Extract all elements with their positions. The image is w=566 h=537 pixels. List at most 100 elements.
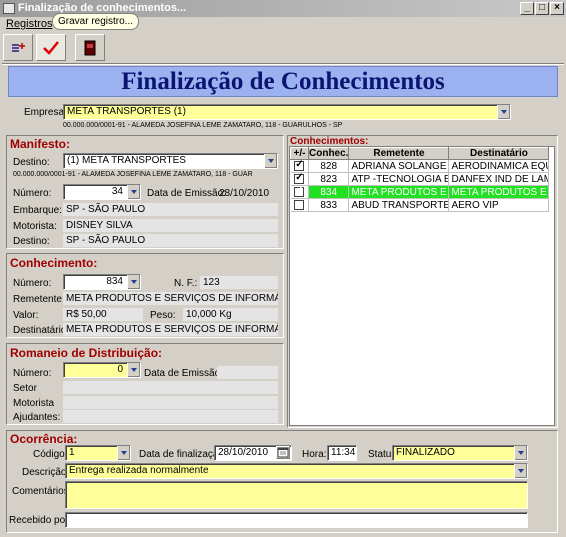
conhecimentos-grid[interactable]: +/- Conhec. Remetente Destinatário 828 A… bbox=[289, 146, 555, 426]
conhecimento-peso-label: Peso: bbox=[150, 310, 176, 321]
row-checkbox[interactable] bbox=[290, 159, 309, 173]
save-tooltip: Gravar registro... bbox=[52, 13, 140, 30]
chevron-down-icon[interactable] bbox=[127, 275, 140, 289]
table-row[interactable]: 828 ADRIANA SOLANGE N AERODINAMICA EQUIP bbox=[290, 159, 550, 173]
manifesto-motorista-label: Motorista: bbox=[13, 221, 57, 232]
ocorrencia-descricao-label: Descrição: bbox=[22, 467, 70, 478]
ocorrencia-recebido-label: Recebido por: bbox=[9, 515, 72, 526]
conhecimento-numero-label: Número: bbox=[13, 278, 52, 289]
table-row[interactable]: 823 ATP -TECNOLOGIA E P DANFEX IND DE LA… bbox=[290, 172, 550, 186]
add-record-icon bbox=[12, 42, 25, 52]
ocorrencia-status-select[interactable]: FINALIZADO bbox=[392, 445, 528, 461]
ocorrencia-hora-value: 11:34 bbox=[331, 447, 356, 458]
close-icon[interactable]: × bbox=[550, 2, 564, 15]
conhecimento-remetente-value: META PRODUTOS E SERVIÇOS DE INFORMÁTICA … bbox=[63, 292, 278, 305]
romaneio-data-emissao-value bbox=[217, 366, 278, 379]
save-check-icon bbox=[43, 40, 59, 55]
chevron-down-icon[interactable] bbox=[497, 105, 510, 119]
cell-destinatario: DANFEX IND DE LAMIN bbox=[448, 172, 550, 186]
row-checkbox[interactable] bbox=[290, 172, 309, 186]
row-checkbox[interactable] bbox=[290, 185, 309, 199]
ocorrencia-comentarios-label: Comentários: bbox=[12, 486, 72, 497]
save-button[interactable] bbox=[36, 34, 66, 61]
add-record-button[interactable] bbox=[3, 34, 33, 61]
conhecimento-nf-value: 123 bbox=[200, 276, 278, 289]
chevron-down-icon[interactable] bbox=[117, 446, 130, 460]
ocorrencia-hora-label: Hora: bbox=[302, 449, 327, 460]
romaneio-motorista-label: Motorista bbox=[13, 398, 55, 409]
app-icon bbox=[3, 3, 15, 14]
conhecimento-peso-value: 10,000 Kg bbox=[183, 308, 278, 321]
table-row-selected[interactable]: 834 META PRODUTOS E S META PRODUTOS E SE bbox=[290, 185, 550, 199]
empresa-value: META TRANSPORTES (1) bbox=[67, 106, 186, 117]
romaneio-ajudantes-value bbox=[63, 410, 278, 423]
cell-conhec: 834 bbox=[308, 185, 350, 199]
romaneio-numero-select[interactable]: 0 bbox=[63, 362, 141, 378]
checkbox-unchecked[interactable] bbox=[294, 199, 305, 210]
calendar-icon[interactable] bbox=[276, 446, 290, 459]
manifesto-destino-label: Destino: bbox=[13, 157, 50, 168]
cell-conhec: 828 bbox=[308, 159, 350, 173]
ocorrencia-hora-field[interactable]: 11:34 bbox=[327, 445, 357, 461]
romaneio-numero-value: 0 bbox=[117, 364, 123, 375]
col-toggle[interactable]: +/- bbox=[290, 147, 309, 160]
chevron-down-icon[interactable] bbox=[264, 154, 277, 168]
romaneio-motorista-value bbox=[63, 396, 278, 409]
ocorrencia-descricao-value: Entrega realizada normalmente bbox=[69, 465, 209, 476]
cell-conhec: 833 bbox=[308, 198, 350, 212]
ocorrencia-data-value: 28/10/2010 bbox=[218, 447, 269, 458]
ocorrencia-codigo-select[interactable]: 1 bbox=[65, 445, 131, 461]
ocorrencia-comentarios-field[interactable] bbox=[65, 481, 528, 509]
checkbox-checked[interactable] bbox=[294, 186, 305, 197]
conhecimento-title: Conhecimento: bbox=[10, 256, 98, 270]
toolbar-separator bbox=[2, 63, 564, 65]
cell-destinatario: AERO VIP bbox=[448, 198, 550, 212]
cell-destinatario: META PRODUTOS E SE bbox=[448, 185, 550, 199]
conhecimento-valor-label: Valor: bbox=[13, 310, 39, 321]
col-remetente[interactable]: Remetente bbox=[348, 147, 450, 160]
ocorrencia-status-value: FINALIZADO bbox=[396, 447, 455, 458]
romaneio-setor-value bbox=[63, 381, 278, 394]
manifesto-destino-address: 00.000.000/0001-91 - ALAMEDA JOSEFINA LE… bbox=[13, 171, 253, 178]
conhecimento-destinatario-label: Destinatário: bbox=[13, 325, 70, 336]
manifesto-numero-label: Número: bbox=[13, 188, 52, 199]
minimize-icon[interactable]: _ bbox=[520, 2, 534, 15]
manifesto-destino2-value: SP - SÃO PAULO bbox=[63, 234, 278, 247]
manifesto-data-emissao-value: 28/10/2010 bbox=[219, 188, 270, 199]
chevron-down-icon[interactable] bbox=[127, 363, 140, 377]
romaneio-setor-label: Setor bbox=[13, 383, 37, 394]
manifesto-motorista-value: DISNEY SILVA bbox=[63, 219, 278, 232]
manifesto-title: Manifesto: bbox=[10, 137, 70, 151]
romaneio-data-emissao-label: Data de Emissão: bbox=[144, 368, 223, 379]
manifesto-embarque-value: SP - SÃO PAULO bbox=[63, 203, 278, 216]
manifesto-embarque-label: Embarque: bbox=[13, 205, 62, 216]
conhecimento-valor-value: R$ 50,00 bbox=[63, 308, 143, 321]
chevron-down-icon[interactable] bbox=[127, 185, 140, 199]
ocorrencia-descricao-select[interactable]: Entrega realizada normalmente bbox=[65, 463, 528, 479]
romaneio-title: Romaneio de Distribuição: bbox=[10, 346, 163, 360]
conhecimento-nf-label: N. F.: bbox=[174, 278, 198, 289]
chevron-down-icon[interactable] bbox=[514, 446, 527, 460]
col-conhec[interactable]: Conhec. bbox=[307, 147, 350, 160]
col-destinatario[interactable]: Destinatário bbox=[448, 147, 550, 160]
cell-remetente: ADRIANA SOLANGE N bbox=[348, 159, 450, 173]
conhecimento-destinatario-value: META PRODUTOS E SERVIÇOS DE INFORMÁTICA … bbox=[63, 323, 278, 336]
empresa-select[interactable]: META TRANSPORTES (1) bbox=[63, 104, 511, 120]
maximize-icon[interactable]: □ bbox=[535, 2, 549, 15]
row-checkbox[interactable] bbox=[290, 198, 309, 212]
manifesto-numero-select[interactable]: 34 bbox=[63, 184, 141, 200]
checkbox-checked[interactable] bbox=[294, 173, 305, 184]
manifesto-destino-select[interactable]: (1) META TRANSPORTES bbox=[63, 153, 278, 169]
grid-header: +/- Conhec. Remetente Destinatário bbox=[290, 147, 550, 160]
chevron-down-icon[interactable] bbox=[514, 464, 527, 478]
ocorrencia-recebido-field[interactable] bbox=[65, 512, 528, 528]
manifesto-numero-value: 34 bbox=[111, 186, 123, 197]
menu-registros[interactable]: Registros bbox=[6, 18, 52, 30]
cell-remetente: ABUD TRANSPORTES bbox=[348, 198, 450, 212]
checkbox-checked[interactable] bbox=[294, 160, 305, 171]
table-row[interactable]: 833 ABUD TRANSPORTES AERO VIP bbox=[290, 198, 550, 212]
exit-button[interactable] bbox=[75, 34, 105, 61]
ocorrencia-codigo-label: Código: bbox=[33, 449, 68, 460]
conhecimento-numero-value: 834 bbox=[106, 276, 123, 287]
conhecimento-numero-select[interactable]: 834 bbox=[63, 274, 141, 290]
